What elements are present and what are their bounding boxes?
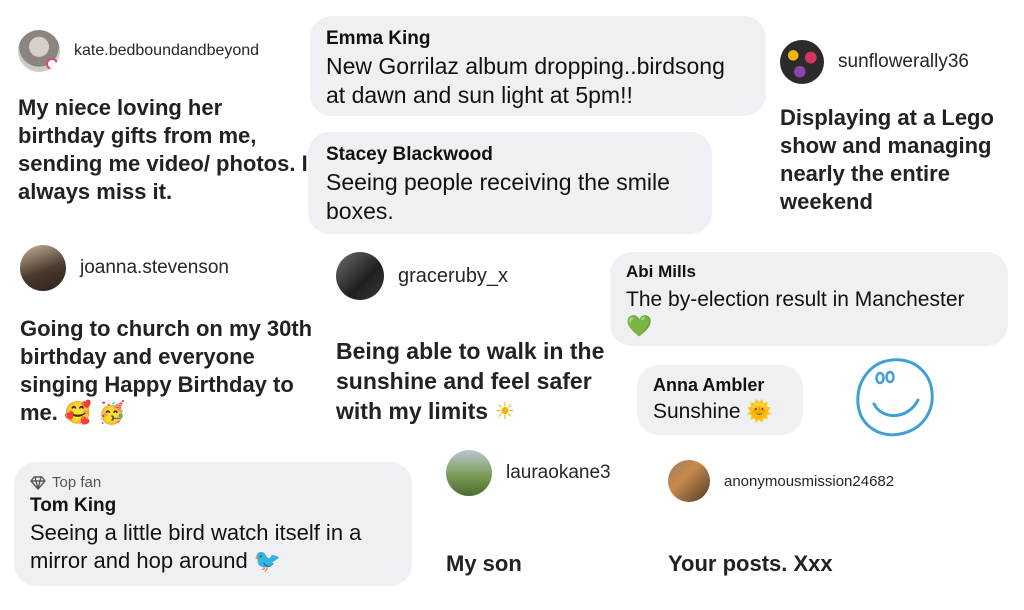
avatar[interactable] <box>446 450 492 496</box>
sun-emoji-icon: ☀ <box>494 399 516 425</box>
comment-stacey: Stacey Blackwood Seeing people receiving… <box>308 132 712 234</box>
handle[interactable]: anonymousmission24682 <box>724 473 894 490</box>
avatar[interactable] <box>668 460 710 502</box>
post-text: My niece loving her birthday gifts from … <box>18 95 308 204</box>
commenter-name[interactable]: Abi Mills <box>626 262 992 282</box>
commenter-name[interactable]: Tom King <box>30 495 396 517</box>
bird-emoji: 🐦 <box>253 549 282 574</box>
commenter-name[interactable]: Emma King <box>326 28 750 50</box>
post-kate: kate.bedboundandbeyond My niece loving h… <box>18 30 308 206</box>
comment-text-content: The by-election result in Manchester <box>626 288 965 311</box>
handle[interactable]: sunflowerally36 <box>838 51 969 73</box>
smiley-doodle-icon <box>856 358 934 437</box>
handle[interactable]: kate.bedboundandbeyond <box>74 42 259 60</box>
post-laura: lauraokane3 My son <box>446 450 656 578</box>
post-text: Your posts. Xxx <box>668 551 833 576</box>
post-anon: anonymousmission24682 Your posts. Xxx <box>668 460 1018 578</box>
post-text: Being able to walk in the sunshine and f… <box>336 336 626 427</box>
top-fan-badge: Top fan <box>30 474 396 491</box>
sun-face-emoji: 🌞 <box>746 399 773 423</box>
comment-text: Seeing a little bird watch itself in a m… <box>30 519 396 576</box>
post-grace: graceruby_x Being able to walk in the su… <box>336 252 626 427</box>
emoji: 🥰 🥳 <box>64 401 126 426</box>
comment-text-content: Seeing a little bird watch itself in a m… <box>30 520 362 573</box>
green-heart-emoji: 💚 <box>626 314 653 338</box>
comment-anna: Anna Ambler Sunshine 🌞 <box>637 365 803 435</box>
comment-emma: Emma King New Gorrilaz album dropping..b… <box>310 16 766 116</box>
comment-text: Sunshine 🌞 <box>653 398 787 425</box>
avatar[interactable] <box>336 252 384 300</box>
post-text-content: Being able to walk in the sunshine and f… <box>336 338 605 424</box>
avatar[interactable] <box>780 40 824 84</box>
post-text: Going to church on my 30th birthday and … <box>20 315 320 428</box>
comment-text-content: Sunshine <box>653 400 741 423</box>
handle[interactable]: lauraokane3 <box>506 462 611 484</box>
post-text: My son <box>446 551 522 576</box>
post-sunflower: sunflowerally36 Displaying at a Lego sho… <box>780 40 1010 216</box>
comment-tom: Top fan Tom King Seeing a little bird wa… <box>14 462 412 586</box>
comment-text: New Gorrilaz album dropping..birdsong at… <box>326 53 725 108</box>
avatar[interactable] <box>18 30 60 72</box>
post-text: Displaying at a Lego show and managing n… <box>780 105 994 214</box>
comment-text: The by-election result in Manchester 💚 <box>626 286 992 340</box>
commenter-name[interactable]: Stacey Blackwood <box>326 144 694 166</box>
handle[interactable]: graceruby_x <box>398 265 508 288</box>
comment-text: Seeing people receiving the smile boxes. <box>326 169 670 224</box>
verified-badge-icon <box>46 58 58 70</box>
diamond-icon <box>30 475 46 490</box>
post-joanna: joanna.stevenson Going to church on my 3… <box>20 245 320 428</box>
handle[interactable]: joanna.stevenson <box>80 257 229 279</box>
top-fan-label: Top fan <box>52 474 102 491</box>
commenter-name[interactable]: Anna Ambler <box>653 375 787 396</box>
avatar[interactable] <box>20 245 66 291</box>
comment-abi: Abi Mills The by-election result in Manc… <box>610 252 1008 346</box>
